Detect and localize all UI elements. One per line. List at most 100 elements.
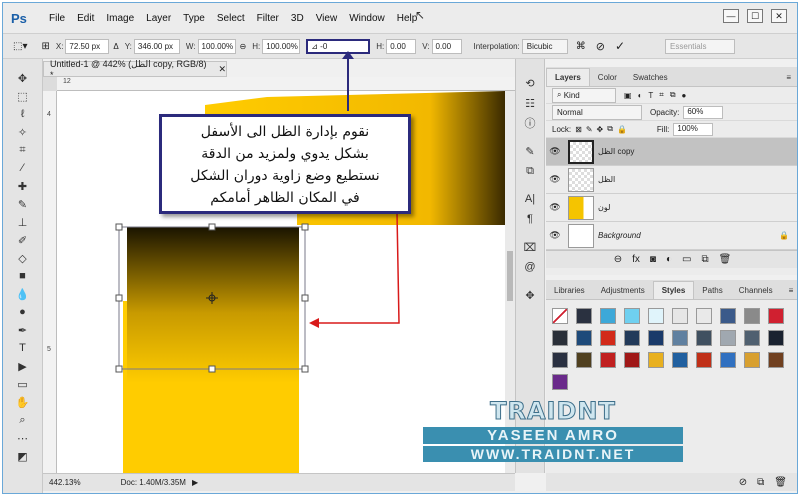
style-swatch[interactable] (768, 308, 784, 324)
menu-file[interactable]: File (43, 13, 71, 24)
lock-all-icon[interactable]: 🔒 (617, 125, 627, 134)
fill-field[interactable]: 100% (673, 122, 714, 136)
style-swatch[interactable] (696, 308, 712, 324)
transform-handle-bl[interactable] (115, 365, 123, 373)
more-tools-icon[interactable]: ⋯ (3, 429, 42, 447)
transform-handle-tr[interactable] (301, 223, 309, 231)
style-swatch[interactable] (672, 352, 688, 368)
layer-name[interactable]: الظل copy (598, 147, 634, 156)
layer-row-background[interactable]: 👁 Background 🔒 (546, 222, 797, 250)
style-swatch[interactable] (768, 330, 784, 346)
history-brush-tool-icon[interactable]: ✐ (3, 231, 42, 249)
panel-menu-icon[interactable]: ≡ (778, 69, 797, 86)
style-swatch[interactable] (696, 330, 712, 346)
path-selection-tool-icon[interactable]: ▶ (3, 357, 42, 375)
opacity-field[interactable]: 60% (683, 105, 724, 119)
style-swatch[interactable] (624, 308, 640, 324)
close-button[interactable]: ✕ (771, 9, 787, 23)
type-tool-icon[interactable]: T (3, 339, 42, 357)
style-swatch[interactable] (576, 330, 592, 346)
link-icon[interactable]: ⊖ (240, 42, 247, 51)
hand-tool-icon[interactable]: ✋ (3, 393, 42, 411)
glyphs-panel-icon[interactable]: @ (516, 257, 544, 277)
layer-name[interactable]: الظل (598, 175, 615, 184)
workspace-select[interactable]: Essentials (665, 38, 736, 54)
style-swatch[interactable] (552, 330, 568, 346)
lasso-tool-icon[interactable]: ℓ (3, 105, 42, 123)
style-swatch[interactable] (600, 330, 616, 346)
kind-filter-select[interactable]: ⌕ Kind (552, 87, 616, 103)
menu-filter[interactable]: Filter (251, 13, 285, 24)
transform-tool-icon[interactable]: ⬚▾ (13, 41, 27, 52)
style-swatch[interactable] (576, 308, 592, 324)
new-style-icon[interactable]: ⧉ (757, 477, 764, 488)
lock-artboard-icon[interactable]: ⧉ (607, 124, 613, 134)
zoom-level[interactable]: 442.13% (49, 478, 81, 487)
menu-layer[interactable]: Layer (140, 13, 177, 24)
style-swatch[interactable] (768, 352, 784, 368)
commit-transform-icon[interactable]: ✓ (615, 39, 625, 53)
filter-pixel-icon[interactable]: ▣ (624, 91, 632, 100)
fx-icon[interactable]: fx (632, 254, 640, 265)
tab-paths[interactable]: Paths (694, 282, 730, 299)
scrollbar-thumb[interactable] (507, 251, 513, 301)
link-layers-icon[interactable]: ⊖ (614, 254, 622, 265)
tab-styles[interactable]: Styles (652, 281, 695, 299)
transform-handle-ml[interactable] (115, 294, 123, 302)
adjustments-icon[interactable]: ✥ (516, 285, 544, 305)
transform-handle-tl[interactable] (115, 223, 123, 231)
x-field[interactable]: 72.50 px (65, 38, 110, 54)
style-swatch[interactable] (744, 330, 760, 346)
gradient-tool-icon[interactable]: ■ (3, 267, 42, 285)
minimize-button[interactable]: — (723, 9, 739, 23)
move-tool-icon[interactable]: ✥ (3, 69, 42, 87)
tab-channels[interactable]: Channels (731, 282, 781, 299)
style-swatch[interactable] (744, 352, 760, 368)
crop-tool-icon[interactable]: ⌗ (3, 141, 42, 159)
cancel-transform-icon[interactable]: ⊘ (596, 40, 605, 53)
style-swatch[interactable] (720, 308, 736, 324)
layer-row-color[interactable]: 👁 لون (546, 194, 797, 222)
layer-row-shadow-copy[interactable]: 👁 الظل copy (546, 138, 797, 166)
dodge-tool-icon[interactable]: ● (3, 303, 42, 321)
style-swatch[interactable] (576, 352, 592, 368)
eyedropper-tool-icon[interactable]: ⁄ (3, 159, 42, 177)
history-panel-icon[interactable]: ⟲ (516, 73, 544, 93)
reference-point-icon[interactable]: ⊞ (41, 41, 49, 52)
pen-tool-icon[interactable]: ✒ (3, 321, 42, 339)
transform-handle-mr[interactable] (301, 294, 309, 302)
lock-pixels-icon[interactable]: ✎ (586, 125, 593, 134)
style-swatch[interactable] (552, 374, 568, 390)
style-swatch[interactable] (648, 330, 664, 346)
style-swatch[interactable] (600, 352, 616, 368)
menu-image[interactable]: Image (100, 13, 140, 24)
filter-adjustment-icon[interactable]: ◐ (638, 91, 643, 100)
menu-window[interactable]: Window (343, 13, 391, 24)
style-swatch[interactable] (552, 308, 568, 324)
style-swatch[interactable] (624, 330, 640, 346)
marquee-tool-icon[interactable]: ⬚ (3, 87, 42, 105)
blur-tool-icon[interactable]: 💧 (3, 285, 42, 303)
stamp-tool-icon[interactable]: ⊥ (3, 213, 42, 231)
clear-style-icon[interactable]: ⊘ (739, 477, 747, 488)
delete-style-icon[interactable]: 🗑 (774, 477, 787, 488)
height-field[interactable]: 100.00% (262, 38, 301, 54)
menu-view[interactable]: View (310, 13, 344, 24)
transform-handle-br[interactable] (301, 365, 309, 373)
width-field[interactable]: 100.00% (197, 38, 236, 54)
style-swatch[interactable] (720, 330, 736, 346)
shape-tool-icon[interactable]: ▭ (3, 375, 42, 393)
vskew-field[interactable]: 0.00 (431, 38, 462, 54)
visibility-eye-icon[interactable]: 👁 (546, 202, 564, 213)
character-panel-icon[interactable]: A| (516, 189, 544, 209)
close-document-icon[interactable]: ✕ (218, 64, 226, 75)
menu-type[interactable]: Type (177, 13, 211, 24)
healing-tool-icon[interactable]: ✚ (3, 177, 42, 195)
style-swatch[interactable] (672, 330, 688, 346)
hskew-field[interactable]: 0.00 (386, 38, 417, 54)
panel-menu-icon[interactable]: ≡ (781, 282, 797, 299)
transform-handle-bm[interactable] (208, 365, 216, 373)
lock-transparent-icon[interactable]: ⊠ (575, 125, 582, 134)
eraser-tool-icon[interactable]: ◇ (3, 249, 42, 267)
menu-edit[interactable]: Edit (71, 13, 100, 24)
